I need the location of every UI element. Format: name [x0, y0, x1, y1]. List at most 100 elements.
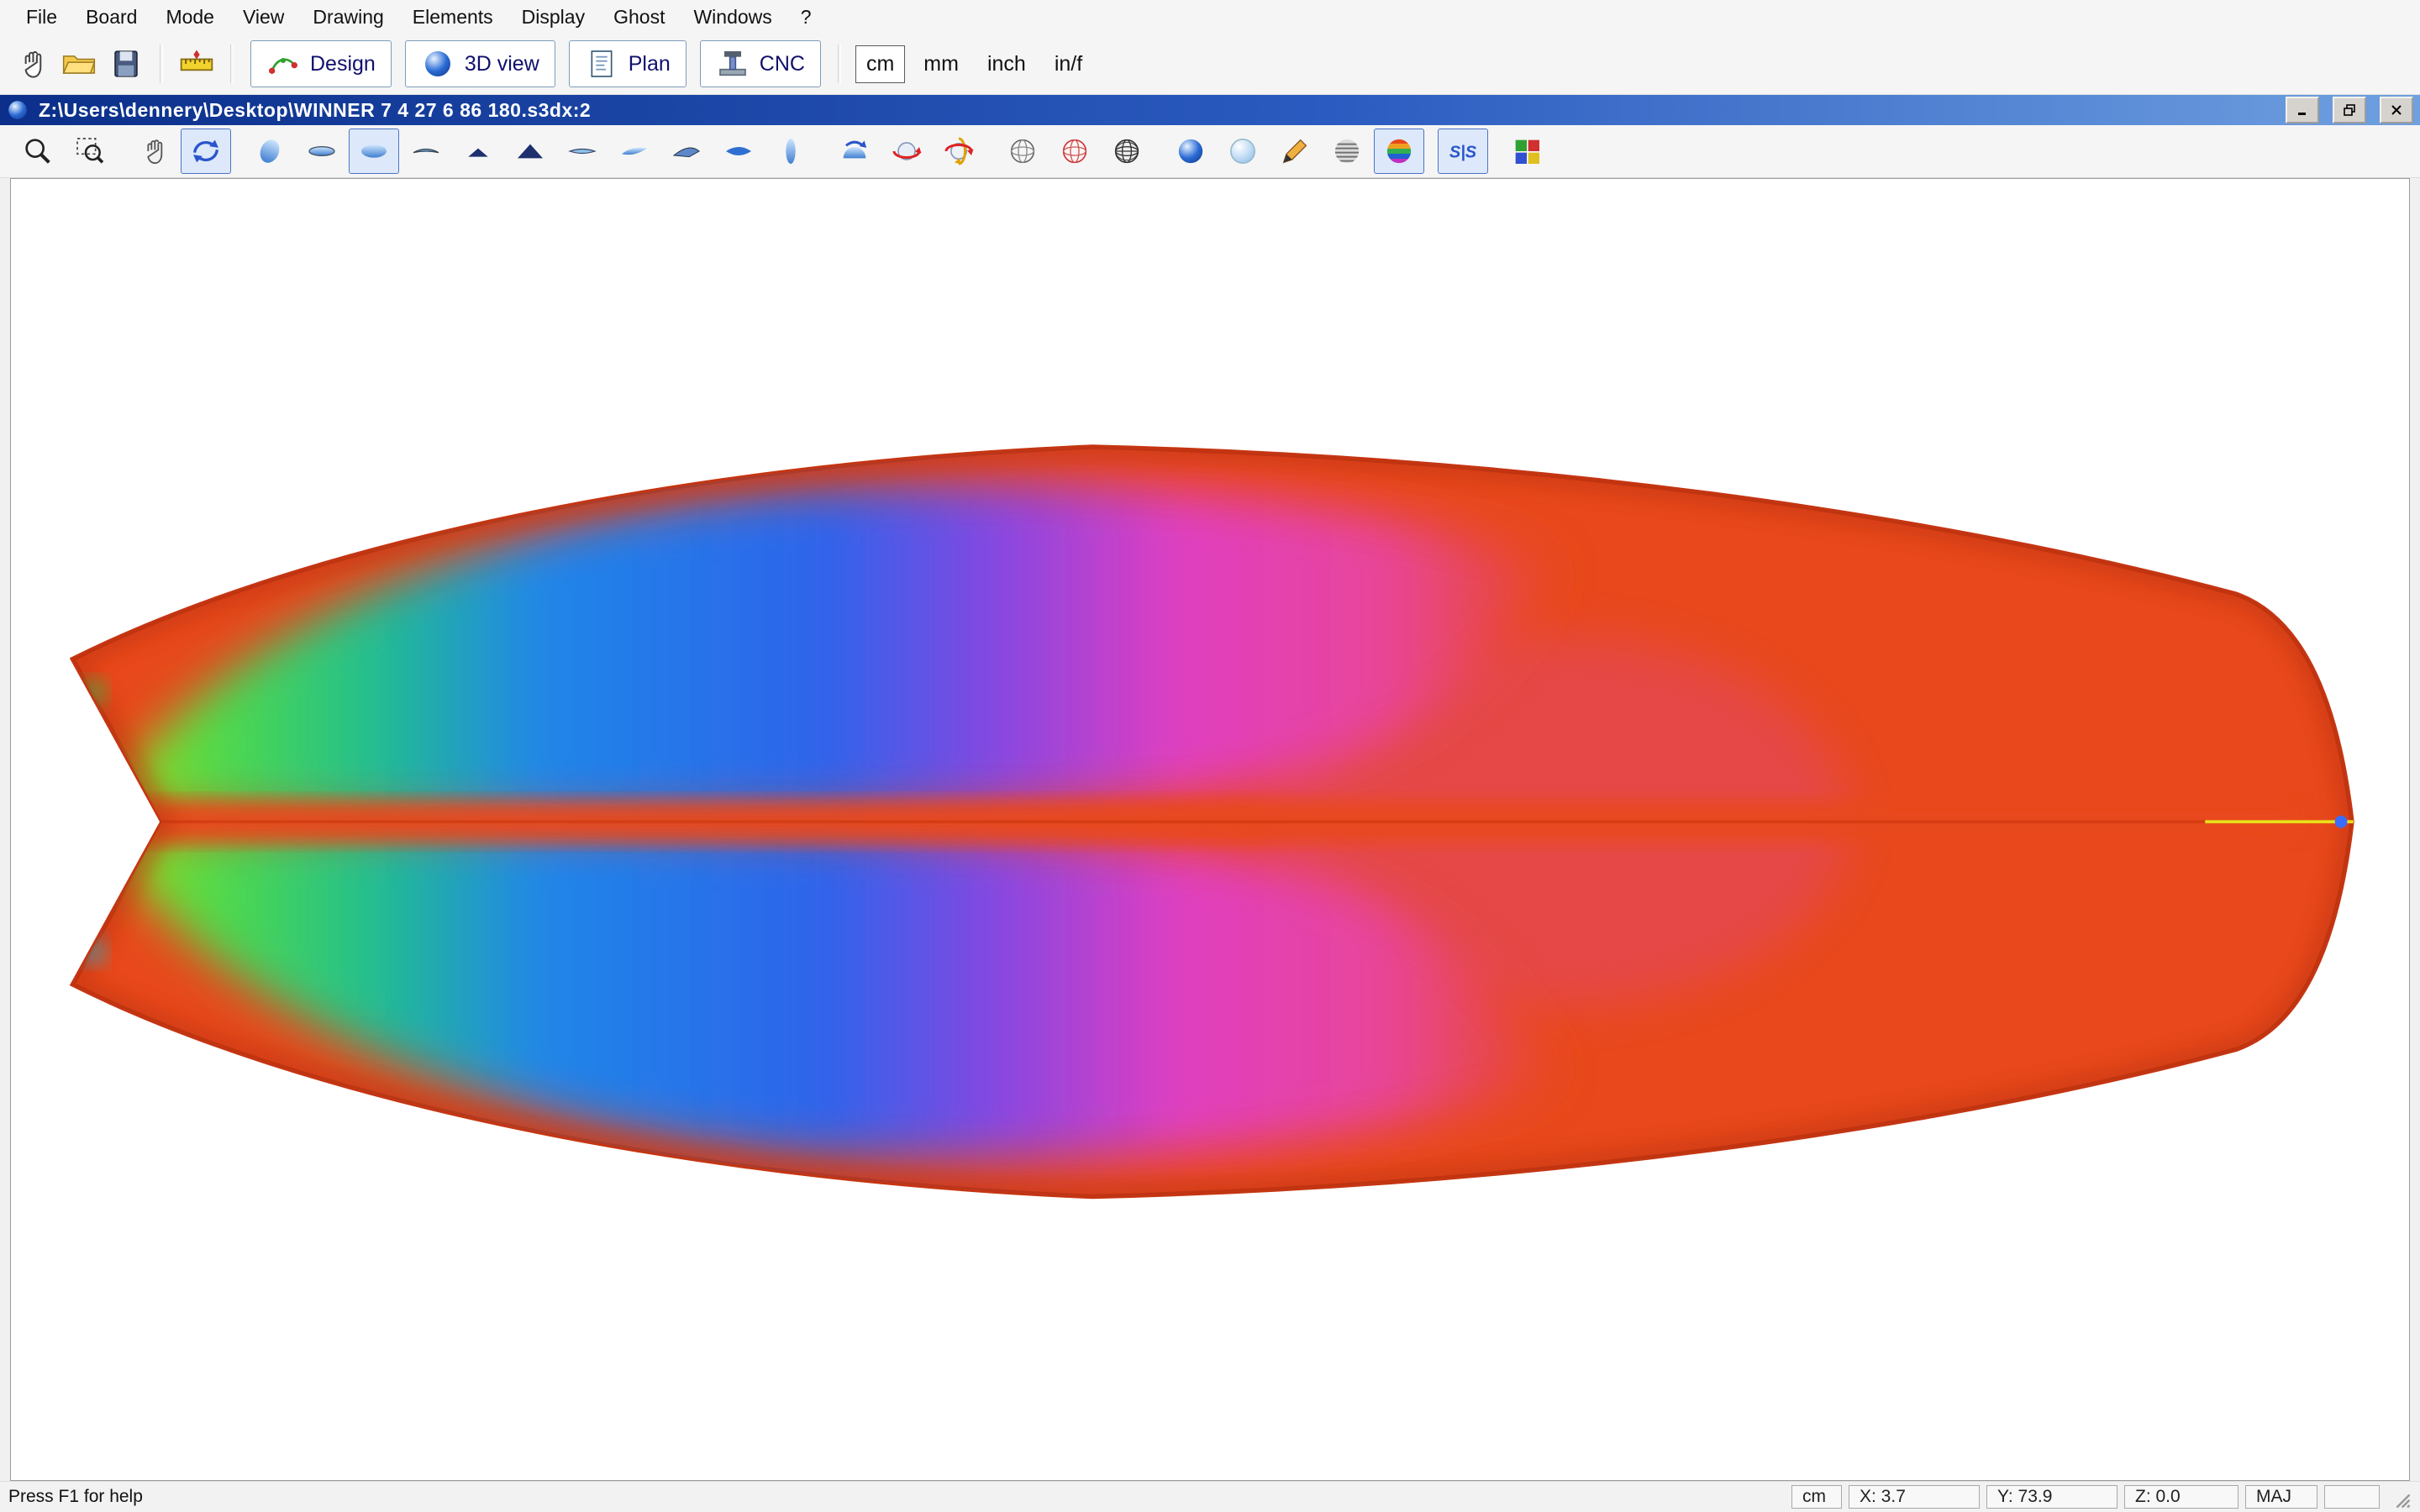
symmetry-button[interactable]: S|S	[1438, 129, 1488, 174]
toolbar-separator	[838, 45, 841, 83]
status-y-coordinate: Y: 73.9	[1986, 1485, 2118, 1509]
rotate-3d-icon	[189, 134, 223, 168]
view-rocker-small-button[interactable]	[453, 129, 503, 174]
view-shaded-slice-icon	[670, 134, 703, 168]
open-folder-icon[interactable]	[55, 40, 103, 87]
zoom-icon	[21, 134, 55, 168]
view-rocker-button[interactable]	[505, 129, 555, 174]
symmetry-icon: S|S	[1446, 134, 1480, 168]
status-empty-field	[2324, 1485, 2380, 1509]
texture-pencil-button[interactable]	[1270, 129, 1320, 174]
pan-hand-icon	[137, 134, 171, 168]
plan-mode-label: Plan	[629, 52, 671, 76]
view-perspective-button[interactable]	[245, 129, 295, 174]
contour-sphere-button[interactable]	[1322, 129, 1372, 174]
view-filled-lens-icon	[722, 134, 755, 168]
design-curve-icon	[266, 47, 300, 81]
status-z-coordinate: Z: 0.0	[2124, 1485, 2238, 1509]
document-title-bar[interactable]: Z:\Users\dennery\Desktop\WINNER 7 4 27 6…	[0, 95, 2420, 125]
cnc-mode-button[interactable]: CNC	[700, 40, 821, 87]
unit-inch-button[interactable]: inch	[977, 46, 1036, 82]
view-thickness-button[interactable]	[557, 129, 608, 174]
close-icon	[2390, 103, 2403, 117]
menu-mode[interactable]: Mode	[151, 3, 229, 31]
view-toolbar: S|S	[0, 125, 2420, 178]
contour-sphere-icon	[1330, 134, 1364, 168]
render-sphere-light-icon	[1226, 134, 1260, 168]
zoom-button[interactable]	[13, 129, 63, 174]
color-quadrants-icon	[1510, 134, 1544, 168]
restore-button[interactable]	[2333, 97, 2366, 123]
mesh-globe-icon	[1110, 134, 1144, 168]
resize-grip[interactable]	[2386, 1484, 2412, 1509]
zoom-window-icon	[73, 134, 107, 168]
shape3d-app-window: File Board Mode View Drawing Elements Di…	[0, 0, 2420, 1512]
plan-sheet-icon	[585, 47, 618, 81]
menu-elements[interactable]: Elements	[398, 3, 508, 31]
menu-ghost[interactable]: Ghost	[599, 3, 679, 31]
unit-inf-button[interactable]: in/f	[1044, 46, 1092, 82]
curvature-map-sphere-icon	[1382, 134, 1416, 168]
view-outline-button[interactable]	[401, 129, 451, 174]
cnc-mode-label: CNC	[760, 52, 805, 76]
nose-control-point[interactable]	[2335, 816, 2348, 828]
status-x-coordinate: X: 3.7	[1849, 1485, 1980, 1509]
texture-pencil-icon	[1278, 134, 1312, 168]
pointer-hand-icon[interactable]	[8, 40, 55, 87]
render-sphere-light-button[interactable]	[1218, 129, 1268, 174]
viewport-canvas[interactable]	[10, 178, 2410, 1481]
unit-mm-button[interactable]: mm	[913, 46, 969, 82]
view-cross-section-button[interactable]	[765, 129, 816, 174]
minimize-button[interactable]	[2286, 97, 2319, 123]
status-help-text: Press F1 for help	[8, 1487, 143, 1507]
color-quadrants-button[interactable]	[1502, 129, 1552, 174]
unit-cm-button[interactable]: cm	[855, 45, 905, 83]
menu-file[interactable]: File	[12, 3, 71, 31]
rotate-axis-x-button[interactable]	[881, 129, 932, 174]
rotate-dome-button[interactable]	[829, 129, 880, 174]
wire-sphere-icon	[1006, 134, 1039, 168]
document-sphere-icon	[7, 99, 29, 121]
view-filled-lens-button[interactable]	[713, 129, 764, 174]
view-top-button[interactable]	[297, 129, 347, 174]
restore-icon	[2343, 103, 2356, 117]
cnc-machine-icon	[716, 47, 750, 81]
view-top-icon	[305, 134, 339, 168]
wire-sphere-button[interactable]	[997, 129, 1048, 174]
rotate-3d-button[interactable]	[181, 129, 231, 174]
menu-board[interactable]: Board	[71, 3, 151, 31]
menu-view[interactable]: View	[229, 3, 298, 31]
wire-sphere-red-button[interactable]	[1050, 129, 1100, 174]
view-bottom-button[interactable]	[349, 129, 399, 174]
main-toolbar: Design 3D view Plan CNC cm mm inch in/f	[0, 34, 2420, 95]
view-shaded-slice-button[interactable]	[661, 129, 712, 174]
menu-drawing[interactable]: Drawing	[298, 3, 397, 31]
design-mode-button[interactable]: Design	[250, 40, 392, 87]
menu-windows[interactable]: Windows	[679, 3, 786, 31]
view-slice-icon	[618, 134, 651, 168]
design-mode-label: Design	[310, 52, 376, 76]
rotate-axis-z-button[interactable]	[934, 129, 984, 174]
view-rocker-small-icon	[461, 134, 495, 168]
save-icon[interactable]	[103, 40, 150, 87]
close-button[interactable]	[2380, 97, 2413, 123]
status-bar: Press F1 for help cm X: 3.7 Y: 73.9 Z: 0…	[0, 1481, 2420, 1512]
ruler-icon[interactable]	[173, 40, 220, 87]
rotate-axis-z-icon	[942, 134, 976, 168]
menu-display[interactable]: Display	[508, 3, 599, 31]
render-sphere-icon	[1174, 134, 1207, 168]
toolbar-separator	[230, 45, 234, 83]
view-3d-button[interactable]: 3D view	[405, 40, 555, 87]
plan-mode-button[interactable]: Plan	[569, 40, 687, 87]
menu-help[interactable]: ?	[786, 3, 826, 31]
curvature-map-button[interactable]	[1374, 129, 1424, 174]
pan-button[interactable]	[129, 129, 179, 174]
render-sphere-button[interactable]	[1165, 129, 1216, 174]
surfboard-3d-render[interactable]	[11, 179, 2409, 1480]
view-slice-button[interactable]	[609, 129, 660, 174]
sphere-3d-icon	[421, 47, 455, 81]
mesh-globe-button[interactable]	[1102, 129, 1152, 174]
zoom-window-button[interactable]	[65, 129, 115, 174]
view-cross-section-icon	[774, 134, 808, 168]
view-bottom-icon	[357, 134, 391, 168]
